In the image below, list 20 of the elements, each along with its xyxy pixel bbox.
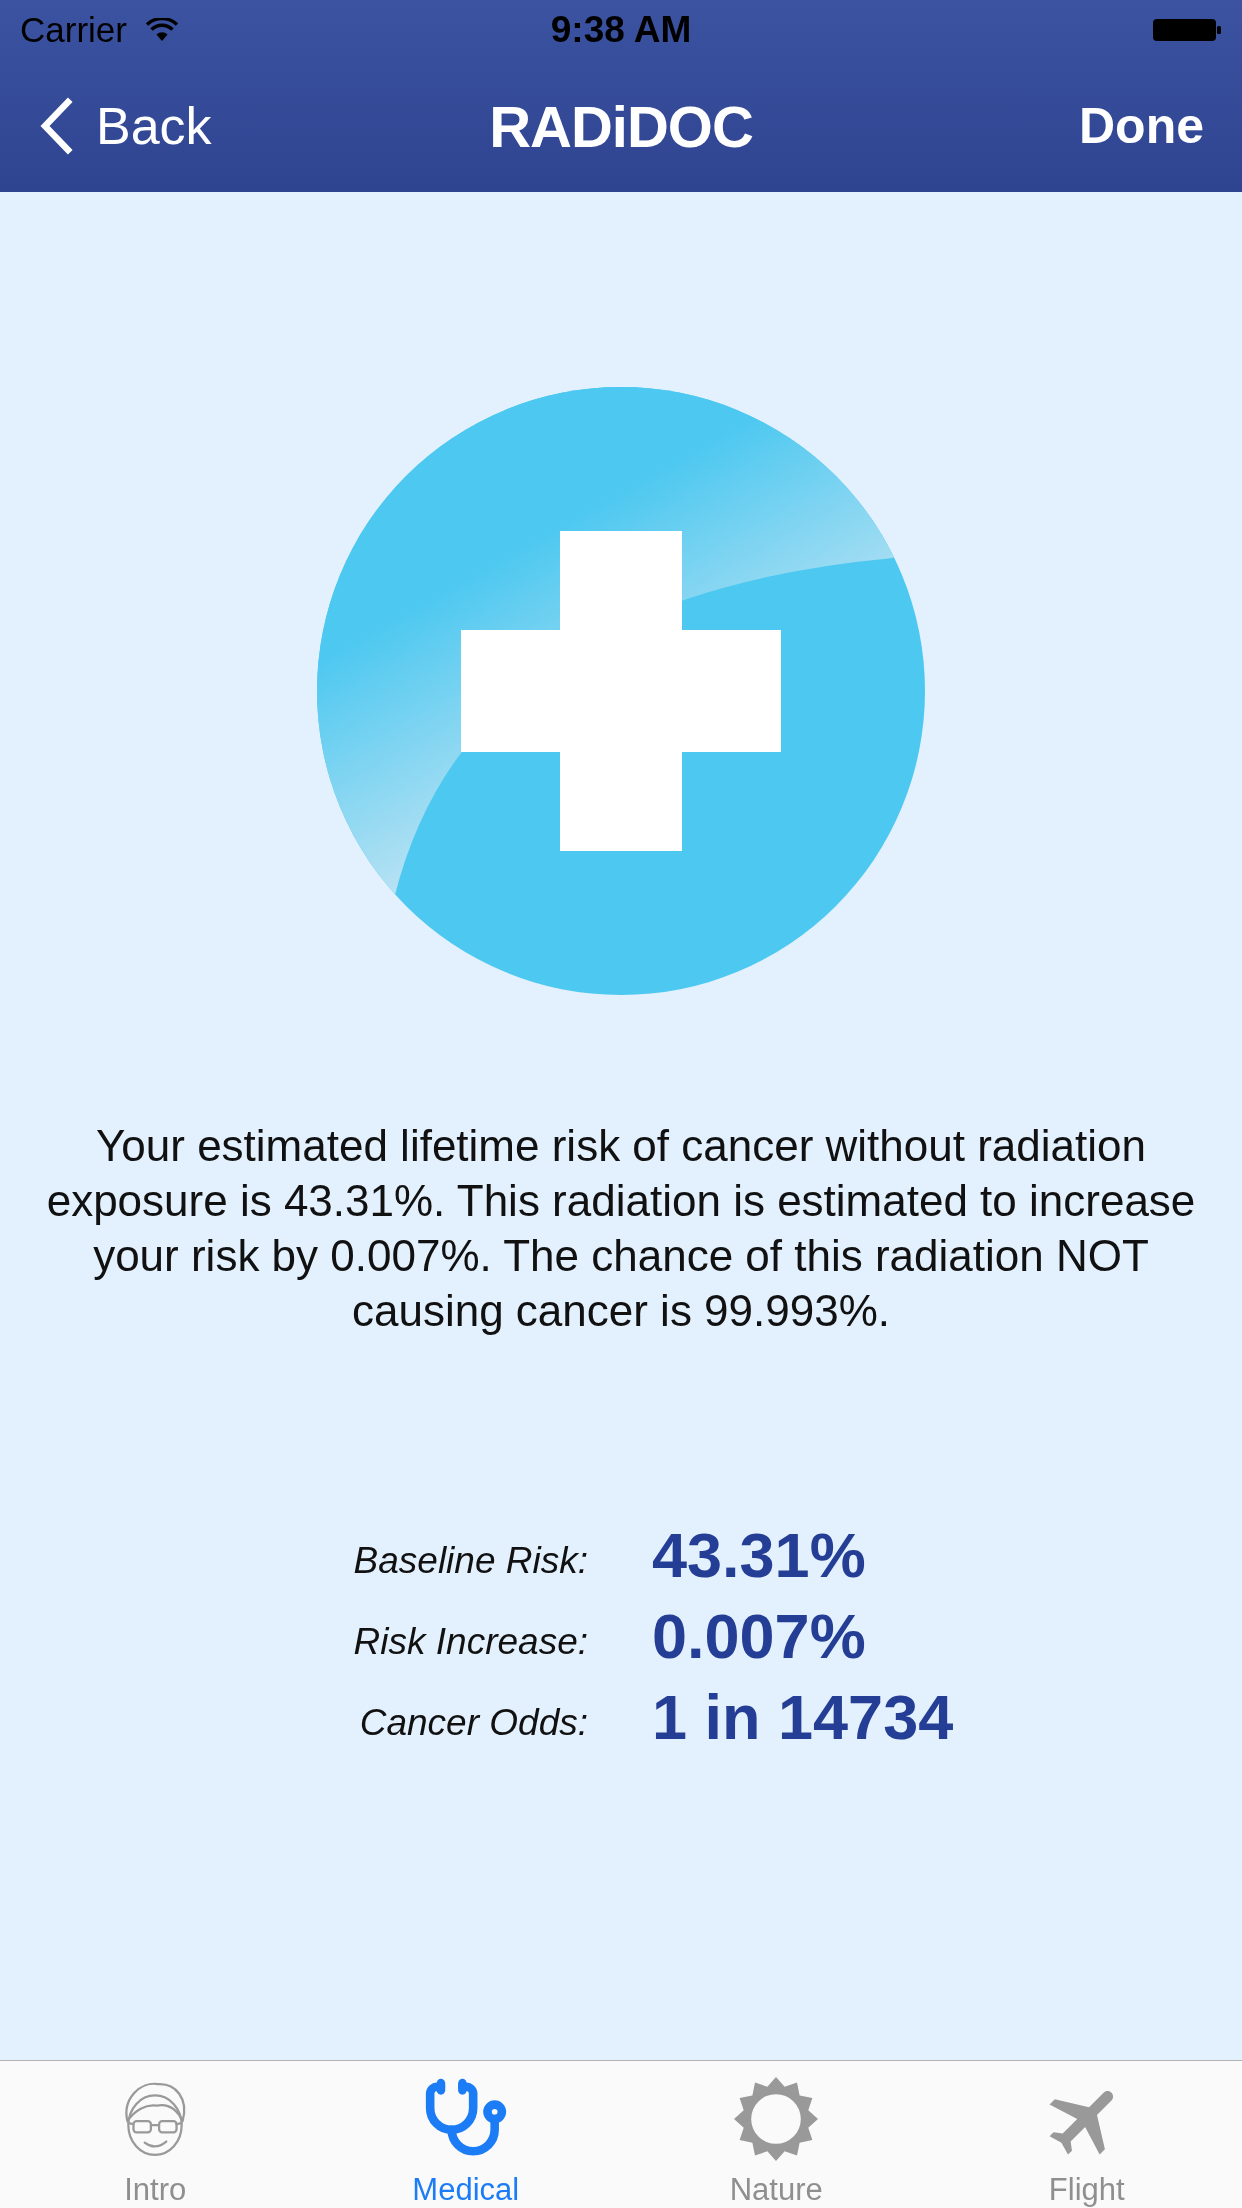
- stat-label: Cancer Odds:: [359, 1700, 588, 1745]
- back-chevron-icon: [38, 97, 74, 155]
- app-title: RADiDOC: [489, 92, 753, 160]
- risk-summary-text: Your estimated lifetime risk of cancer without radiation exposure is 43.31%. This radiation is estimated to increase your risk by 0.007%. The chance of this radiation NOT causing cancer is 99.993%.: [45, 1120, 1197, 1337]
- stat-value: 1 in 14734: [652, 1680, 954, 1753]
- status-time: 9:38 AM: [550, 9, 692, 51]
- back-button[interactable]: Back: [38, 96, 212, 156]
- stat-value: 43.31%: [652, 1518, 867, 1591]
- stat-label: Baseline Risk:: [353, 1538, 588, 1583]
- sun-icon: [734, 2077, 819, 2161]
- stat-label: Risk Increase:: [353, 1619, 588, 1664]
- tab[interactable]: Nature: [621, 2061, 932, 2208]
- wifi-icon: [144, 18, 179, 42]
- done-button[interactable]: Done: [1079, 97, 1204, 155]
- tab[interactable]: Medical: [310, 2061, 621, 2208]
- tab[interactable]: Flight: [931, 2061, 1242, 2208]
- battery-icon: [1152, 18, 1222, 42]
- carrier-label: Carrier: [20, 10, 127, 50]
- tab[interactable]: Intro: [0, 2061, 311, 2208]
- stat-value: 0.007%: [652, 1599, 867, 1672]
